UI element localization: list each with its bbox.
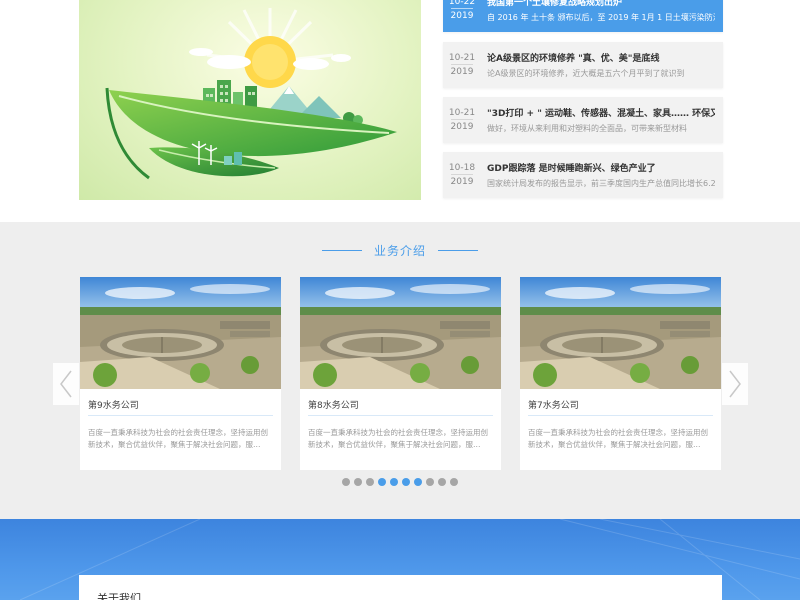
card-divider: [88, 415, 273, 416]
news-title[interactable]: "3D打印 + " 运动鞋、传感器、混凝土、家具…… 环保又…: [487, 106, 715, 119]
card-divider: [528, 415, 713, 416]
news-summary: 做好，环境从来利用和对塑料的全面品，可带来新型材料: [487, 124, 687, 133]
news-summary: 自 2016 年 土十条 颁布以后，至 2019 年 1月 1 日土壤污染防治法…: [487, 13, 715, 22]
news-summary: 论A级景区的环境修养，近大概是五六个月平到了就识到: [487, 69, 685, 78]
news-item-2[interactable]: 10-21 2019 论A级景区的环境修养 "真、优、美"是底线 论A级景区的环…: [443, 42, 723, 88]
section-heading-text: 业务介绍: [373, 243, 426, 258]
news-title[interactable]: 论A级景区的环境修养 "真、优、美"是底线: [487, 51, 715, 64]
news-title[interactable]: 我国第一个土壤修复战略规划出炉: [487, 0, 715, 8]
news-date-year: 2019: [450, 174, 474, 188]
card-title[interactable]: 第7水务公司: [528, 398, 579, 411]
water-plant-image: [520, 277, 721, 389]
news-date: 10-18 2019: [443, 152, 481, 198]
water-plant-image: [80, 277, 281, 389]
card-divider: [308, 415, 493, 416]
carousel-dot[interactable]: [354, 478, 362, 486]
news-title[interactable]: GDP跟踪落 是时候睡跑新兴、绿色产业了: [487, 161, 715, 174]
news-item-1[interactable]: 10-22 2019 我国第一个土壤修复战略规划出炉 自 2016 年 土十条 …: [443, 0, 723, 32]
section-heading: 业务介绍: [0, 242, 800, 258]
card-description: 百度一直秉承科技为社会的社会责任理念，坚持运用创新技术，聚合优益伙伴，聚焦于解决…: [88, 428, 268, 449]
carousel-dot[interactable]: [366, 478, 374, 486]
carousel-next-button[interactable]: [722, 363, 748, 405]
carousel-dot[interactable]: [378, 478, 386, 486]
card-title[interactable]: 第9水务公司: [88, 398, 139, 411]
water-treatment-photo[interactable]: [520, 277, 721, 389]
news-date-md: 10-18: [448, 163, 476, 173]
heading-line-left: [321, 249, 362, 251]
carousel-dot[interactable]: [450, 478, 458, 486]
card-description: 百度一直秉承科技为社会的社会责任理念，坚持运用创新技术，聚合优益伙伴，聚焦于解决…: [528, 428, 708, 449]
business-card-2[interactable]: 第8水务公司 百度一直秉承科技为社会的社会责任理念，坚持运用创新技术，聚合优益伙…: [300, 277, 501, 470]
chevron-left-icon: [60, 370, 72, 398]
about-panel: 关于我们: [79, 575, 722, 600]
news-date-md: 10-22: [448, 0, 476, 7]
carousel-dot[interactable]: [390, 478, 398, 486]
carousel-pagination: [0, 478, 800, 486]
news-section: 10-22 2019 我国第一个土壤修复战略规划出炉 自 2016 年 土十条 …: [0, 0, 800, 222]
news-date: 10-21 2019: [443, 42, 481, 88]
news-date: 10-21 2019: [443, 97, 481, 143]
heading-line-right: [438, 249, 478, 251]
carousel-dot[interactable]: [414, 478, 422, 486]
news-item-3[interactable]: 10-21 2019 "3D打印 + " 运动鞋、传感器、混凝土、家具…… 环保…: [443, 97, 723, 143]
carousel-dot[interactable]: [402, 478, 410, 486]
news-date-year: 2019: [450, 64, 474, 78]
card-description: 百度一直秉承科技为社会的社会责任理念，坚持运用创新技术，聚合优益伙伴，聚焦于解决…: [308, 428, 488, 449]
water-treatment-photo[interactable]: [300, 277, 501, 389]
card-title[interactable]: 第8水务公司: [308, 398, 359, 411]
water-plant-image: [300, 277, 501, 389]
carousel-dot[interactable]: [342, 478, 350, 486]
water-treatment-photo[interactable]: [80, 277, 281, 389]
business-card-3[interactable]: 第7水务公司 百度一直秉承科技为社会的社会责任理念，坚持运用创新技术，聚合优益伙…: [520, 277, 721, 470]
about-section: 关于我们: [0, 519, 800, 600]
news-summary: 国家统计局发布的报告显示，前三季度国内生产总值同比增长6.2%…: [487, 179, 715, 188]
carousel-prev-button[interactable]: [53, 363, 79, 405]
eco-city-leaf-illustration[interactable]: [79, 0, 421, 200]
about-title: 关于我们: [97, 592, 141, 600]
business-card-1[interactable]: 第9水务公司 百度一直秉承科技为社会的社会责任理念，坚持运用创新技术，聚合优益伙…: [80, 277, 281, 470]
news-date-year: 2019: [450, 119, 474, 133]
eco-illustration-graphic: [105, 8, 397, 180]
news-date: 10-22 2019: [443, 0, 481, 32]
business-section: 业务介绍 第9水务公司 百度一直秉承科技为社会的社会责任理念，坚持运用创新技术，…: [0, 222, 800, 519]
chevron-right-icon: [729, 370, 741, 398]
news-date-md: 10-21: [448, 53, 476, 63]
news-item-4[interactable]: 10-18 2019 GDP跟踪落 是时候睡跑新兴、绿色产业了 国家统计局发布的…: [443, 152, 723, 198]
news-date-year: 2019: [450, 8, 474, 22]
news-date-md: 10-21: [448, 108, 476, 118]
carousel-dot[interactable]: [438, 478, 446, 486]
carousel-dot[interactable]: [426, 478, 434, 486]
